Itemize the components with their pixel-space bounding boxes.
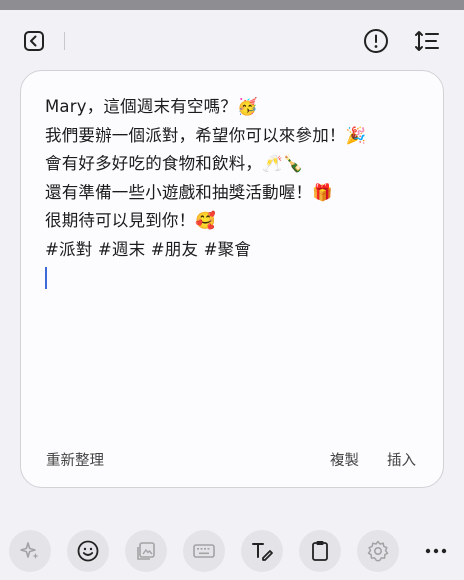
message-line: 很期待可以見到你！🥰 — [45, 211, 217, 230]
ai-sparkle-button[interactable] — [9, 530, 51, 572]
back-icon — [24, 31, 44, 51]
settings-icon — [367, 540, 389, 562]
keyboard-toolbar — [0, 508, 464, 580]
info-icon — [364, 29, 388, 53]
message-line: 還有準備一些小遊戲和抽獎活動喔！🎁 — [45, 182, 333, 202]
ai-sparkle-icon — [20, 542, 39, 559]
settings-button[interactable] — [357, 530, 399, 572]
back-button[interactable] — [16, 23, 52, 59]
toolbar-divider — [64, 32, 65, 50]
clipboard-button[interactable] — [299, 530, 341, 572]
status-strip — [0, 0, 464, 10]
text-format-icon — [415, 31, 439, 51]
writing-assist-card: Mary，這個週末有空嗎？🥳 我們要辦一個派對，希望你可以來參加！🎉 會有好多好… — [20, 70, 444, 488]
image-sticker-button[interactable] — [125, 530, 167, 572]
handwriting-icon — [252, 543, 273, 561]
message-hashtags: #派對 #週末 #朋友 #聚會 — [45, 239, 252, 259]
text-format-button[interactable] — [409, 23, 445, 59]
handwriting-button[interactable] — [241, 530, 283, 572]
card-actions: 重新整理 複製 插入 — [21, 449, 443, 471]
emoji-icon — [77, 540, 99, 562]
emoji-button[interactable] — [67, 530, 109, 572]
message-line: Mary，這個週末有空嗎？🥳 — [45, 97, 258, 116]
message-line: 我們要辦一個派對，希望你可以來參加！🎉 — [45, 125, 367, 145]
info-button[interactable] — [358, 23, 394, 59]
insert-button[interactable]: 插入 — [387, 449, 416, 470]
clipboard-icon — [312, 541, 328, 561]
keyboard-button[interactable] — [183, 530, 225, 572]
rewrite-button[interactable]: 重新整理 — [46, 449, 104, 470]
image-sticker-icon — [137, 542, 155, 560]
top-toolbar — [0, 10, 464, 68]
copy-button[interactable]: 複製 — [330, 449, 359, 470]
more-options-icon — [425, 548, 447, 554]
message-line: 會有好多好吃的食物和飲料，🥂🍾 — [45, 154, 304, 173]
more-options-button[interactable] — [420, 530, 452, 572]
generated-message[interactable]: Mary，這個週末有空嗎？🥳 我們要辦一個派對，希望你可以來參加！🎉 會有好多好… — [45, 93, 429, 289]
keyboard-icon — [193, 544, 215, 558]
text-cursor — [45, 267, 47, 289]
